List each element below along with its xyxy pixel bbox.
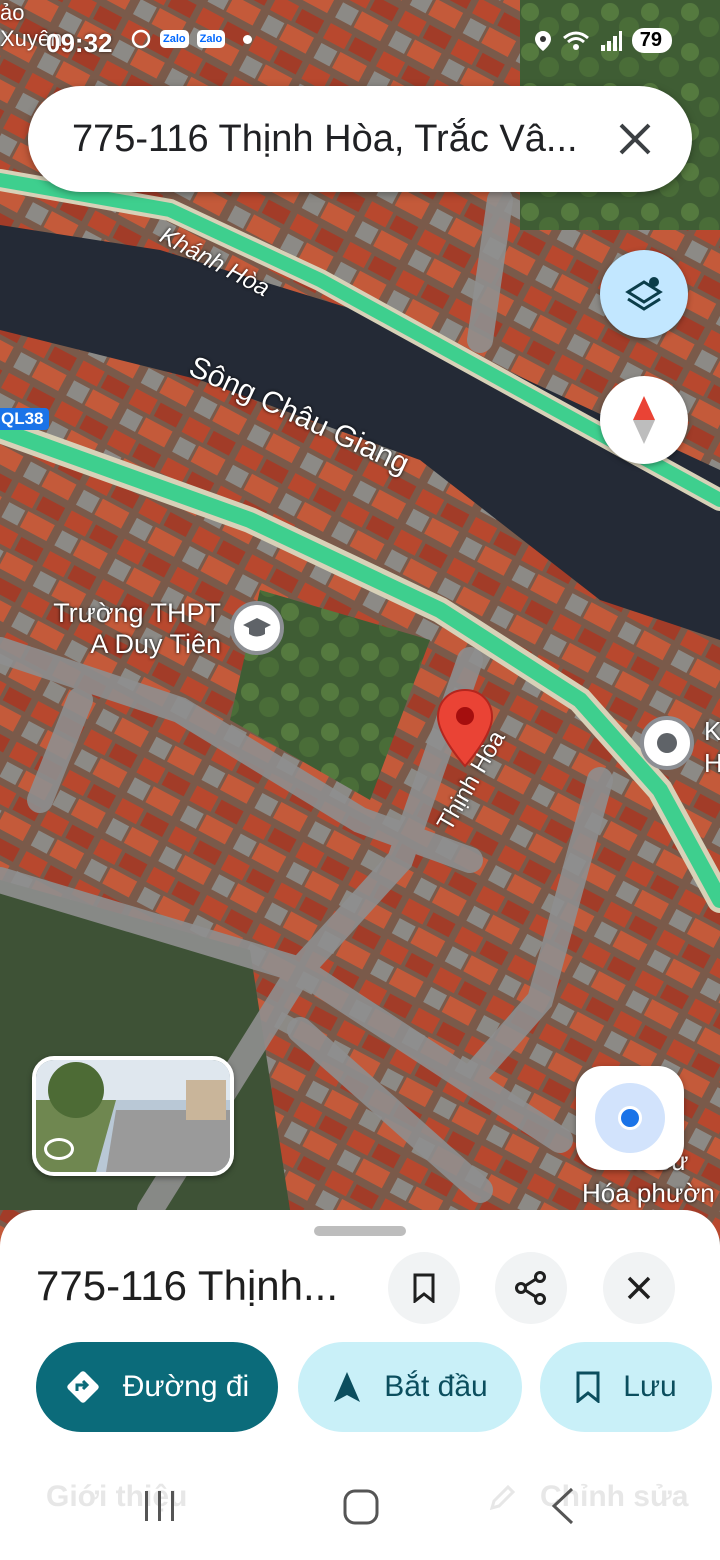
street-view-360-icon xyxy=(44,1138,74,1160)
my-location-button[interactable] xyxy=(576,1066,684,1170)
school-poi[interactable]: Trường THPT A Duy Tiên xyxy=(46,598,221,660)
search-query[interactable]: 775-116 Thịnh Hòa, Trắc Vâ... xyxy=(28,118,590,161)
my-location-icon xyxy=(595,1083,665,1153)
system-icons: 79 xyxy=(534,28,672,53)
school-label-line2: A Duy Tiên xyxy=(90,629,221,659)
layers-button[interactable] xyxy=(600,250,688,338)
directions-button[interactable]: Đường đi xyxy=(36,1342,278,1432)
save-label: Lưu xyxy=(623,1370,677,1403)
corner-text-top: ảo xyxy=(0,0,25,25)
street-view-thumbnail[interactable] xyxy=(32,1056,234,1176)
clear-search-button[interactable] xyxy=(590,94,680,184)
school-icon[interactable] xyxy=(230,601,284,655)
poi-marker-icon[interactable] xyxy=(640,716,694,770)
recent-apps-icon[interactable] xyxy=(142,1488,178,1524)
poi-bottom-label-2: Hóa phườn xyxy=(582,1178,715,1208)
zalo-icon: Zalo xyxy=(160,30,189,48)
search-bar[interactable]: 775-116 Thịnh Hòa, Trắc Vâ... xyxy=(28,86,692,192)
start-label: Bắt đầu xyxy=(384,1370,488,1403)
system-navigation-bar xyxy=(0,1470,720,1560)
clock: 09:32 xyxy=(46,28,113,58)
start-navigation-button[interactable]: Bắt đầu xyxy=(298,1342,522,1432)
directions-icon xyxy=(67,1371,99,1403)
directions-label: Đường đi xyxy=(122,1370,250,1403)
close-icon xyxy=(619,123,651,155)
share-icon xyxy=(515,1271,546,1305)
more-notifications-icon xyxy=(243,34,253,44)
navigation-icon xyxy=(334,1372,361,1402)
school-label-line1: Trường THPT xyxy=(53,598,221,628)
bookmark-icon xyxy=(576,1371,600,1403)
compass-icon xyxy=(633,396,655,444)
poi-label-h: H xyxy=(704,748,720,778)
share-button[interactable] xyxy=(495,1252,567,1324)
wifi-icon xyxy=(562,31,589,50)
status-bar: ảo Xuyên 09:32 Zalo Zalo 79 xyxy=(0,0,720,80)
home-icon[interactable] xyxy=(342,1488,380,1526)
signal-icon xyxy=(600,30,622,51)
save-place-button[interactable] xyxy=(388,1252,460,1324)
sync-icon xyxy=(131,29,151,49)
compass-button[interactable] xyxy=(600,376,688,464)
location-icon xyxy=(534,30,551,51)
close-icon xyxy=(627,1276,651,1300)
notification-icons: Zalo Zalo xyxy=(130,28,253,50)
poi-label-k: K xyxy=(704,716,720,746)
bookmark-icon xyxy=(413,1273,435,1303)
layers-icon xyxy=(625,277,663,311)
road-shield-ql38: QL38 xyxy=(0,408,49,430)
zalo-icon: Zalo xyxy=(196,30,226,48)
sheet-drag-handle[interactable] xyxy=(314,1226,406,1236)
place-pin-icon[interactable] xyxy=(436,688,494,768)
battery-icon: 79 xyxy=(631,28,672,53)
close-sheet-button[interactable] xyxy=(603,1252,675,1324)
place-title: 775-116 Thịnh... xyxy=(36,1262,338,1309)
save-button[interactable]: Lưu xyxy=(540,1342,712,1432)
back-icon[interactable] xyxy=(548,1486,578,1526)
